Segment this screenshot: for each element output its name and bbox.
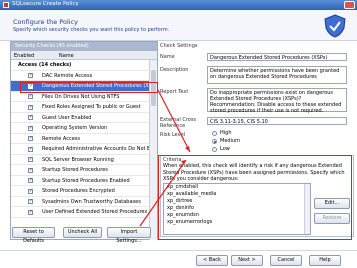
check-name: Sysadmins Own Trustworthy Databases [42,198,141,205]
group-label: Access (14 checks) [18,62,72,68]
name-label: Name [160,54,175,60]
page-subtitle: Specify which security checks you want t… [13,27,170,33]
check-enabled-checkbox[interactable] [28,198,33,204]
check-name: Startup Stored Procedures [42,167,108,173]
check-enabled-checkbox[interactable] [28,104,33,110]
check-row[interactable]: Fixed Roles Assigned To public or Guest [11,102,149,113]
check-name: DAC Remote Access [42,72,93,79]
reset-defaults-button[interactable]: Reset to Defaults [12,227,55,244]
external-xref-label: External Cross Reference [160,117,197,129]
check-row[interactable]: SQL Server Browser Running [11,155,149,165]
security-checks-panel: Security Checks (45 enabled) Enabled Nam… [10,41,158,240]
check-enabled-checkbox[interactable] [28,72,33,78]
check-enabled-checkbox[interactable] [28,135,33,141]
radio-dot [212,147,217,152]
check-name: Operating System Version [42,125,108,131]
check-name: Fixed Roles Assigned To public or Guest [42,104,141,110]
risk-level-label: Risk Level [160,132,186,138]
risk-high-label: High [220,130,232,136]
window-title: SQLsecure Create Policy [12,1,79,7]
check-row[interactable]: Remote Access [11,134,149,144]
check-row[interactable]: DAC Remote Access [11,71,149,81]
col-enabled[interactable]: Enabled [14,53,34,59]
check-enabled-checkbox[interactable] [28,156,33,162]
page-title: Configure the Policy [13,18,78,26]
check-row[interactable]: Sysadmins Own Trustworthy Databases [11,197,149,207]
check-name: Required Administrative Accounts Do Not … [42,146,149,152]
description-field[interactable]: Determine whether permissions have been … [207,66,347,84]
check-enabled-checkbox[interactable] [28,93,33,99]
checks-column-header: Enabled Name [11,51,157,60]
external-xref-field[interactable]: CIS 3.11-3.15, CIS 5.10 [207,117,347,125]
check-name: Startup Stored Procedures Enabled [42,177,130,184]
check-row[interactable]: Stored Procedures Encrypted [11,186,149,197]
window-titlebar: SQLsecure Create Policy [0,0,357,10]
annotation-selected-check [20,82,158,93]
check-name: User Defined Extended Stored Procedures [42,209,148,215]
check-row[interactable]: Operating System Version [11,123,149,134]
col-name[interactable]: Name [59,53,74,59]
checks-panel-title: Security Checks (45 enabled) [11,42,157,51]
app-icon [3,2,9,8]
check-settings-title: Check Settings [160,43,198,49]
check-row[interactable]: Guest User Enabled [11,113,149,123]
back-button[interactable]: < Back [196,255,228,266]
radio-dot [212,131,217,136]
name-field[interactable]: Dangerous Extended Stored Procedures (XS… [207,53,347,61]
check-row[interactable]: Required Administrative Accounts Do Not … [11,144,149,155]
wizard-footer: < Back Next > Cancel Help [0,250,357,268]
check-enabled-checkbox[interactable] [28,146,33,152]
annotation-criteria [158,155,352,240]
report-text-field[interactable]: Do inappropriate permissions exist on da… [207,88,347,114]
check-name: Files On Drives Not Using NTFS [42,93,120,100]
shield-logo-icon [324,14,346,38]
radio-dot-selected [212,139,217,144]
check-enabled-checkbox[interactable] [28,167,33,173]
description-label: Description [160,67,189,73]
cancel-button[interactable]: Cancel [270,255,302,266]
wizard-header: Configure the Policy Specify which secur… [0,10,357,41]
import-settings-button[interactable]: Import Settings... [107,227,151,244]
check-name: Remote Access [42,135,80,142]
check-name: SQL Server Browser Running [42,156,114,163]
check-enabled-checkbox[interactable] [28,125,33,131]
report-text-label: Report Text [160,89,189,95]
uncheck-all-button[interactable]: Uncheck All [63,227,102,238]
help-button[interactable]: Help [309,255,341,266]
check-enabled-checkbox[interactable] [28,114,33,120]
check-enabled-checkbox[interactable] [28,188,33,194]
check-name: Guest User Enabled [42,114,92,121]
next-button[interactable]: Next > [231,255,263,266]
risk-low-label: Low [220,146,230,152]
check-enabled-checkbox[interactable] [28,209,33,215]
risk-medium-label: Medium [220,138,240,144]
check-row[interactable]: Startup Stored Procedures Enabled [11,176,149,186]
check-enabled-checkbox[interactable] [28,177,33,183]
check-name: Stored Procedures Encrypted [42,188,115,194]
check-row[interactable]: Startup Stored Procedures [11,165,149,176]
check-row[interactable]: Files On Drives Not Using NTFS [11,92,149,102]
check-group-access[interactable]: Access (14 checks) [11,60,149,71]
close-button[interactable] [344,1,355,9]
check-row[interactable]: User Defined Extended Stored Procedures [11,207,149,218]
